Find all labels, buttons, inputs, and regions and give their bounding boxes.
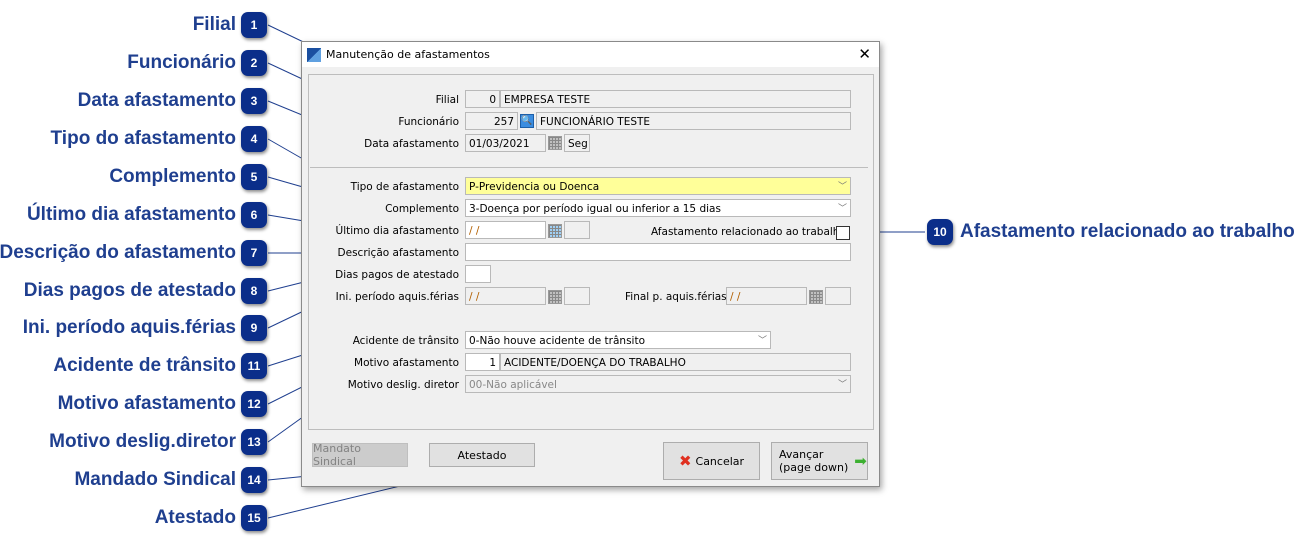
complemento-value: 3-Doença por período igual ou inferior a… <box>469 203 721 215</box>
arrow-right-icon: ➡ <box>854 452 867 470</box>
callout-motivo: Motivo afastamento <box>57 393 236 414</box>
acidente-label: Acidente de trânsito <box>352 335 459 347</box>
avancar-sublabel: (page down) <box>779 461 849 474</box>
ultimo-dia-label: Último dia afastamento <box>335 225 459 237</box>
motivo-deslig-label: Motivo deslig. diretor <box>347 379 459 391</box>
badge-11: 11 <box>241 353 267 379</box>
data-afastamento-field: 01/03/2021 <box>465 134 546 152</box>
data-afastamento-label: Data afastamento <box>364 138 459 150</box>
badge-12: 12 <box>241 391 267 417</box>
badge-2: 2 <box>241 50 267 76</box>
chevron-down-icon: ﹀ <box>757 336 767 346</box>
ini-periodo-weekday <box>564 287 590 305</box>
relacionado-checkbox[interactable] <box>836 226 850 240</box>
mandato-sindical-button[interactable]: Mandato Sindical <box>312 442 408 468</box>
motivo-deslig-value: 00-Não aplicável <box>469 379 557 391</box>
acidente-value: 0-Não houve acidente de trânsito <box>469 335 645 347</box>
complemento-label: Complemento <box>385 203 459 215</box>
filial-label: Filial <box>435 94 459 106</box>
descricao-input[interactable] <box>465 243 851 261</box>
badge-6: 6 <box>241 202 267 228</box>
callout-acidente: Acidente de trânsito <box>53 355 236 376</box>
badge-5: 5 <box>241 164 267 190</box>
ini-periodo-field: / / <box>465 287 546 305</box>
relacionado-label: Afastamento relacionado ao trabalho <box>651 226 846 238</box>
callout-ultimo-dia: Último dia afastamento <box>26 204 236 225</box>
final-periodo-label: Final p. aquis.férias <box>625 291 727 303</box>
atestado-button[interactable]: Atestado <box>429 443 535 467</box>
tipo-value: P-Previdencia ou Doenca <box>469 181 600 193</box>
chevron-down-icon: ﹀ <box>837 380 847 390</box>
app-icon <box>307 48 321 62</box>
funcionario-label: Funcionário <box>398 116 459 128</box>
badge-13: 13 <box>241 429 267 455</box>
badge-10: 10 <box>927 219 953 245</box>
tipo-label: Tipo de afastamento <box>350 181 459 193</box>
badge-1: 1 <box>241 12 267 38</box>
callout-atestado: Atestado <box>154 507 236 528</box>
callout-motivo-deslig: Motivo deslig.diretor <box>49 431 236 452</box>
complemento-select[interactable]: 3-Doença por período igual ou inferior a… <box>465 199 851 217</box>
calendar-icon[interactable] <box>548 224 562 238</box>
callout-filial: Filial <box>192 14 236 35</box>
callout-relacionado: Afastamento relacionado ao trabalho <box>960 221 1295 242</box>
callout-funcionario: Funcionário <box>127 52 236 73</box>
tipo-select[interactable]: P-Previdencia ou Doenca ﹀ <box>465 177 851 195</box>
ini-periodo-label: Ini. período aquis.férias <box>335 291 459 303</box>
badge-7: 7 <box>241 240 267 266</box>
callout-ini-periodo: Ini. período aquis.férias <box>22 317 236 338</box>
weekday-field: Seg <box>564 134 590 152</box>
funcionario-name: FUNCIONÁRIO TESTE <box>536 112 851 130</box>
descricao-label: Descrição afastamento <box>337 247 459 259</box>
dialog: Manutenção de afastamentos ✕ Filial 0 EM… <box>301 41 880 487</box>
close-icon[interactable]: ✕ <box>858 45 871 63</box>
badge-8: 8 <box>241 278 267 304</box>
funcionario-code: 257 <box>465 112 518 130</box>
motivo-deslig-select: 00-Não aplicável ﹀ <box>465 375 851 393</box>
filial-code: 0 <box>465 90 500 108</box>
ultimo-dia-field[interactable]: / / <box>465 221 546 239</box>
callout-descricao: Descrição do afastamento <box>0 242 236 263</box>
dialog-title: Manutenção de afastamentos <box>326 48 490 61</box>
calendar-icon <box>548 290 562 304</box>
dias-pagos-input[interactable] <box>465 265 491 283</box>
badge-9: 9 <box>241 315 267 341</box>
dias-pagos-label: Dias pagos de atestado <box>335 269 459 281</box>
callout-dias-pagos: Dias pagos de atestado <box>23 280 236 301</box>
ultimo-dia-weekday <box>564 221 590 239</box>
search-icon[interactable]: 🔍 <box>520 114 534 128</box>
badge-14: 14 <box>241 467 267 493</box>
cancel-x-icon: ✖ <box>678 452 692 470</box>
callout-data-afastamento: Data afastamento <box>77 90 236 111</box>
final-periodo-weekday <box>825 287 851 305</box>
motivo-label: Motivo afastamento <box>354 357 459 369</box>
motivo-code[interactable]: 1 <box>465 353 500 371</box>
motivo-name: ACIDENTE/DOENÇA DO TRABALHO <box>500 353 851 371</box>
acidente-select[interactable]: 0-Não houve acidente de trânsito ﹀ <box>465 331 771 349</box>
cancelar-button[interactable]: ✖ Cancelar <box>663 442 760 480</box>
chevron-down-icon: ﹀ <box>837 182 847 192</box>
cancelar-label: Cancelar <box>695 454 745 468</box>
badge-3: 3 <box>241 88 267 114</box>
avancar-button[interactable]: Avançar (page down) ➡ <box>771 442 868 480</box>
avancar-label: Avançar <box>779 448 824 461</box>
callout-complemento: Complemento <box>109 166 236 187</box>
calendar-icon <box>548 136 562 150</box>
badge-4: 4 <box>241 126 267 152</box>
callout-mandado: Mandado Sindical <box>74 469 236 490</box>
badge-15: 15 <box>241 505 267 531</box>
title-bar: Manutenção de afastamentos ✕ <box>302 42 879 67</box>
calendar-icon <box>809 290 823 304</box>
separator <box>310 167 868 168</box>
final-periodo-field: / / <box>726 287 807 305</box>
chevron-down-icon: ﹀ <box>837 204 847 214</box>
filial-name: EMPRESA TESTE <box>500 90 851 108</box>
callout-tipo: Tipo do afastamento <box>50 128 236 149</box>
